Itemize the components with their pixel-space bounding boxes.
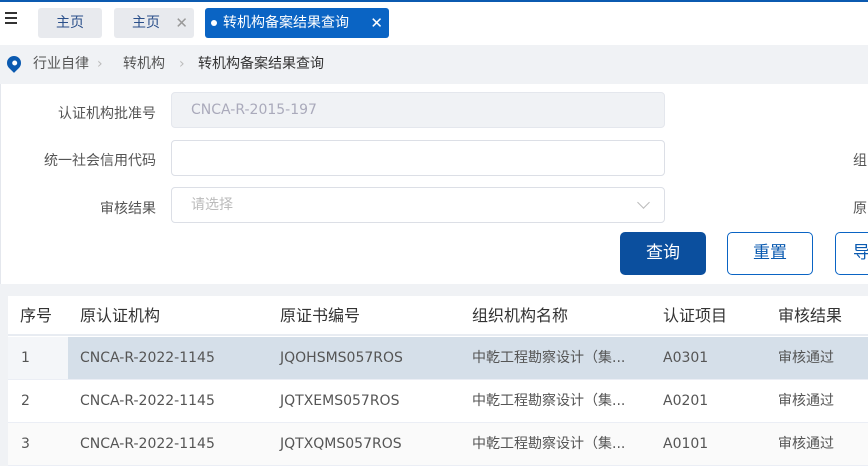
cell: JQTXQMS057ROS xyxy=(280,436,402,452)
cell: A0201 xyxy=(663,393,709,409)
cell: JQOHSMS057ROS xyxy=(280,350,403,366)
results-table: 序号 原认证机构 原证书编号 组织机构名称 认证项目 审核结果 1 CNCA-R… xyxy=(8,296,868,466)
tab-bar: 主页 主页 ✕ 转机构备案结果查询 ✕ xyxy=(0,2,868,45)
chevron-down-icon xyxy=(637,196,650,209)
cell: 审核通过 xyxy=(778,393,834,409)
cell: 中乾工程勘察设计（集... xyxy=(472,436,626,452)
cell: CNCA-R-2022-1145 xyxy=(80,393,215,409)
approval-no-input[interactable]: CNCA-R-2015-197 xyxy=(171,92,665,128)
cell: 中乾工程勘察设计（集... xyxy=(472,350,626,366)
credit-code-label: 统一社会信用代码 xyxy=(44,153,156,169)
column-header: 原证书编号 xyxy=(280,306,361,325)
org-name-label: 组 xyxy=(853,153,867,169)
column-header: 序号 xyxy=(20,306,53,325)
chevron-right-icon: › xyxy=(97,56,103,72)
close-icon[interactable]: ✕ xyxy=(175,8,188,38)
table-row[interactable]: 1 CNCA-R-2022-1145 JQOHSMS057ROS 中乾工程勘察设… xyxy=(8,337,868,380)
original-label: 原 xyxy=(853,201,867,217)
cell: 审核通过 xyxy=(778,350,834,366)
search-button[interactable]: 查询 xyxy=(620,232,706,275)
cell: 中乾工程勘察设计（集... xyxy=(472,393,626,409)
tab-transfer-result-query[interactable]: 转机构备案结果查询 ✕ xyxy=(205,8,389,38)
active-dot-icon xyxy=(211,20,217,26)
tab-home-2[interactable]: 主页 ✕ xyxy=(114,8,194,38)
select-placeholder: 请选择 xyxy=(191,197,233,213)
result-select[interactable]: 请选择 xyxy=(171,187,665,223)
breadcrumb: 行业自律 › 转机构 › 转机构备案结果查询 xyxy=(0,45,868,83)
credit-code-input[interactable] xyxy=(171,140,665,176)
cell: CNCA-R-2022-1145 xyxy=(80,350,215,366)
tab-label: 转机构备案结果查询 xyxy=(223,15,349,31)
cell: 1 xyxy=(21,350,30,366)
tab-label: 主页 xyxy=(132,15,160,31)
approval-no-label: 认证机构批准号 xyxy=(58,106,156,122)
menu-toggle-icon[interactable] xyxy=(5,12,21,26)
cell: A0101 xyxy=(663,436,709,452)
breadcrumb-current: 转机构备案结果查询 xyxy=(198,56,324,72)
tab-label: 主页 xyxy=(56,15,84,31)
breadcrumb-item[interactable]: 行业自律 xyxy=(33,45,89,83)
table-row[interactable]: 2 CNCA-R-2022-1145 JQTXEMS057ROS 中乾工程勘察设… xyxy=(8,380,868,423)
table-header: 序号 原认证机构 原证书编号 组织机构名称 认证项目 审核结果 xyxy=(8,296,868,336)
breadcrumb-item[interactable]: 转机构 xyxy=(123,45,165,83)
column-header: 审核结果 xyxy=(778,306,843,325)
cell: CNCA-R-2022-1145 xyxy=(80,436,215,452)
column-header: 认证项目 xyxy=(663,306,728,325)
cell: 审核通过 xyxy=(778,436,834,452)
close-icon[interactable]: ✕ xyxy=(370,8,383,38)
table-row[interactable]: 3 CNCA-R-2022-1145 JQTXQMS057ROS 中乾工程勘察设… xyxy=(8,423,868,466)
cell: 3 xyxy=(21,436,30,452)
column-header: 原认证机构 xyxy=(80,306,161,325)
tab-home[interactable]: 主页 xyxy=(38,8,102,38)
reset-button[interactable]: 重置 xyxy=(727,232,813,275)
cell: A0301 xyxy=(663,350,709,366)
search-form: 认证机构批准号 CNCA-R-2015-197 统一社会信用代码 审核结果 请选… xyxy=(0,84,868,284)
location-pin-icon xyxy=(4,53,24,73)
result-label: 审核结果 xyxy=(100,201,156,217)
cell: JQTXEMS057ROS xyxy=(280,393,400,409)
cell: 2 xyxy=(21,393,30,409)
column-header: 组织机构名称 xyxy=(472,306,569,325)
export-button[interactable]: 导 xyxy=(835,232,868,275)
chevron-right-icon: › xyxy=(179,56,185,72)
